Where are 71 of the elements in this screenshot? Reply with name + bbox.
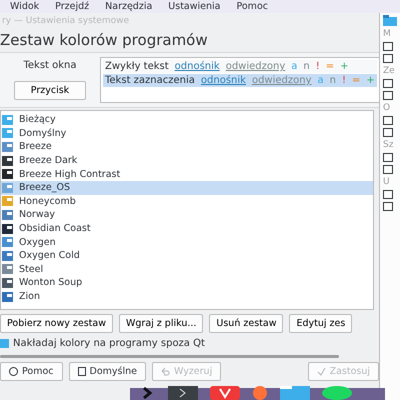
color-sample: = <box>352 75 360 86</box>
scheme-name: Breeze Dark <box>19 155 78 166</box>
scheme-item[interactable]: Wonton Soup <box>1 276 373 290</box>
scheme-item[interactable]: Zion <box>1 290 373 304</box>
color-sample: ! <box>316 61 320 72</box>
scheme-name: Oxygen <box>19 236 56 248</box>
color-sample: ! <box>342 75 346 86</box>
scheme-item[interactable]: Breeze <box>1 140 373 154</box>
scheme-item[interactable]: Breeze Dark <box>1 154 373 168</box>
check-icon <box>316 367 326 376</box>
scheme-item[interactable]: Obsidian Coast <box>1 222 373 236</box>
color-sample: = <box>326 61 334 72</box>
menu-item[interactable]: Pomoc <box>236 1 268 12</box>
section-label: M <box>383 29 392 39</box>
preview-button[interactable]: Przycisk <box>14 81 86 100</box>
footer-button[interactable]: Pomoc <box>0 362 62 381</box>
scheme-item[interactable]: Oxygen Cold <box>1 248 373 263</box>
section-label: Ze <box>383 66 396 76</box>
scheme-name: Breeze High Contrast <box>19 168 120 180</box>
color-sample: a <box>318 75 324 86</box>
scheme-name: Bieżący <box>19 114 56 126</box>
footer-button[interactable]: Domyślne <box>68 362 146 381</box>
scheme-action-button[interactable]: Pobierz nowy zestaw <box>0 314 113 333</box>
scheme-name: Zion <box>19 291 40 302</box>
color-sample: + <box>340 61 349 72</box>
scheme-name: Breeze_OS <box>19 182 70 194</box>
link-sample[interactable]: odnośnik <box>174 61 220 72</box>
preview-text: Zwykły tekst <box>105 61 169 72</box>
scheme-item[interactable]: Steel <box>1 262 373 276</box>
scheme-name: Wonton Soup <box>19 277 82 288</box>
section-label: U <box>383 177 391 187</box>
scheme-item[interactable]: Oxygen <box>1 235 373 249</box>
help-icon <box>9 367 18 376</box>
color-sample: + <box>366 75 375 86</box>
color-sample: n <box>303 61 310 72</box>
window-title: ry — Ustawienia systemowe <box>1 14 130 28</box>
scheme-name: Oxygen Cold <box>19 250 80 262</box>
scheme-name: Honeycomb <box>19 196 76 207</box>
menu-item[interactable]: Narzędzia <box>105 1 152 12</box>
scheme-item[interactable]: Domyślny <box>1 126 373 140</box>
menu-item[interactable]: Widok <box>10 1 40 12</box>
scheme-name: Domyślny <box>19 128 66 139</box>
menu-item[interactable]: Przejdź <box>55 1 90 12</box>
browser-icon[interactable] <box>210 386 240 400</box>
document-icon <box>78 367 86 376</box>
preview-text: Tekst zaznaczenia <box>105 75 195 86</box>
scheme-item[interactable]: Bieżący <box>1 113 373 127</box>
scheme-item[interactable]: Norway <box>1 208 373 222</box>
section-label: O <box>383 103 392 113</box>
scheme-item[interactable]: Honeycomb <box>1 194 373 208</box>
page-heading: Zestaw kolorów programów <box>0 31 208 49</box>
scrollbar[interactable] <box>0 355 339 358</box>
scheme-name: Norway <box>19 209 56 220</box>
color-sample: n <box>330 75 336 86</box>
scheme-name: Obsidian Coast <box>19 223 91 234</box>
preview-label: Tekst okna <box>23 60 77 71</box>
scheme-action-button[interactable]: Wgraj z pliku... <box>118 314 204 333</box>
undo-icon <box>160 367 170 376</box>
scheme-name: Steel <box>19 264 44 275</box>
scheme-action-button[interactable]: Usuń zestaw <box>209 314 284 333</box>
section-label: Sz <box>383 140 394 150</box>
scheme-item[interactable]: Breeze_OS <box>1 180 373 195</box>
scheme-action-button[interactable]: Edytuj zes <box>289 314 352 333</box>
scheme-item[interactable]: Breeze High Contrast <box>1 167 373 181</box>
folder-icon <box>383 15 397 26</box>
scheme-name: Breeze <box>19 141 52 152</box>
checkbox[interactable] <box>0 339 9 348</box>
menu-item[interactable]: Ustawienia <box>168 1 220 12</box>
checkbox-label: Nakładaj kolory na programy spoza Qt <box>13 338 205 349</box>
terminal-icon[interactable] <box>168 386 198 400</box>
color-sample: a <box>291 61 298 72</box>
